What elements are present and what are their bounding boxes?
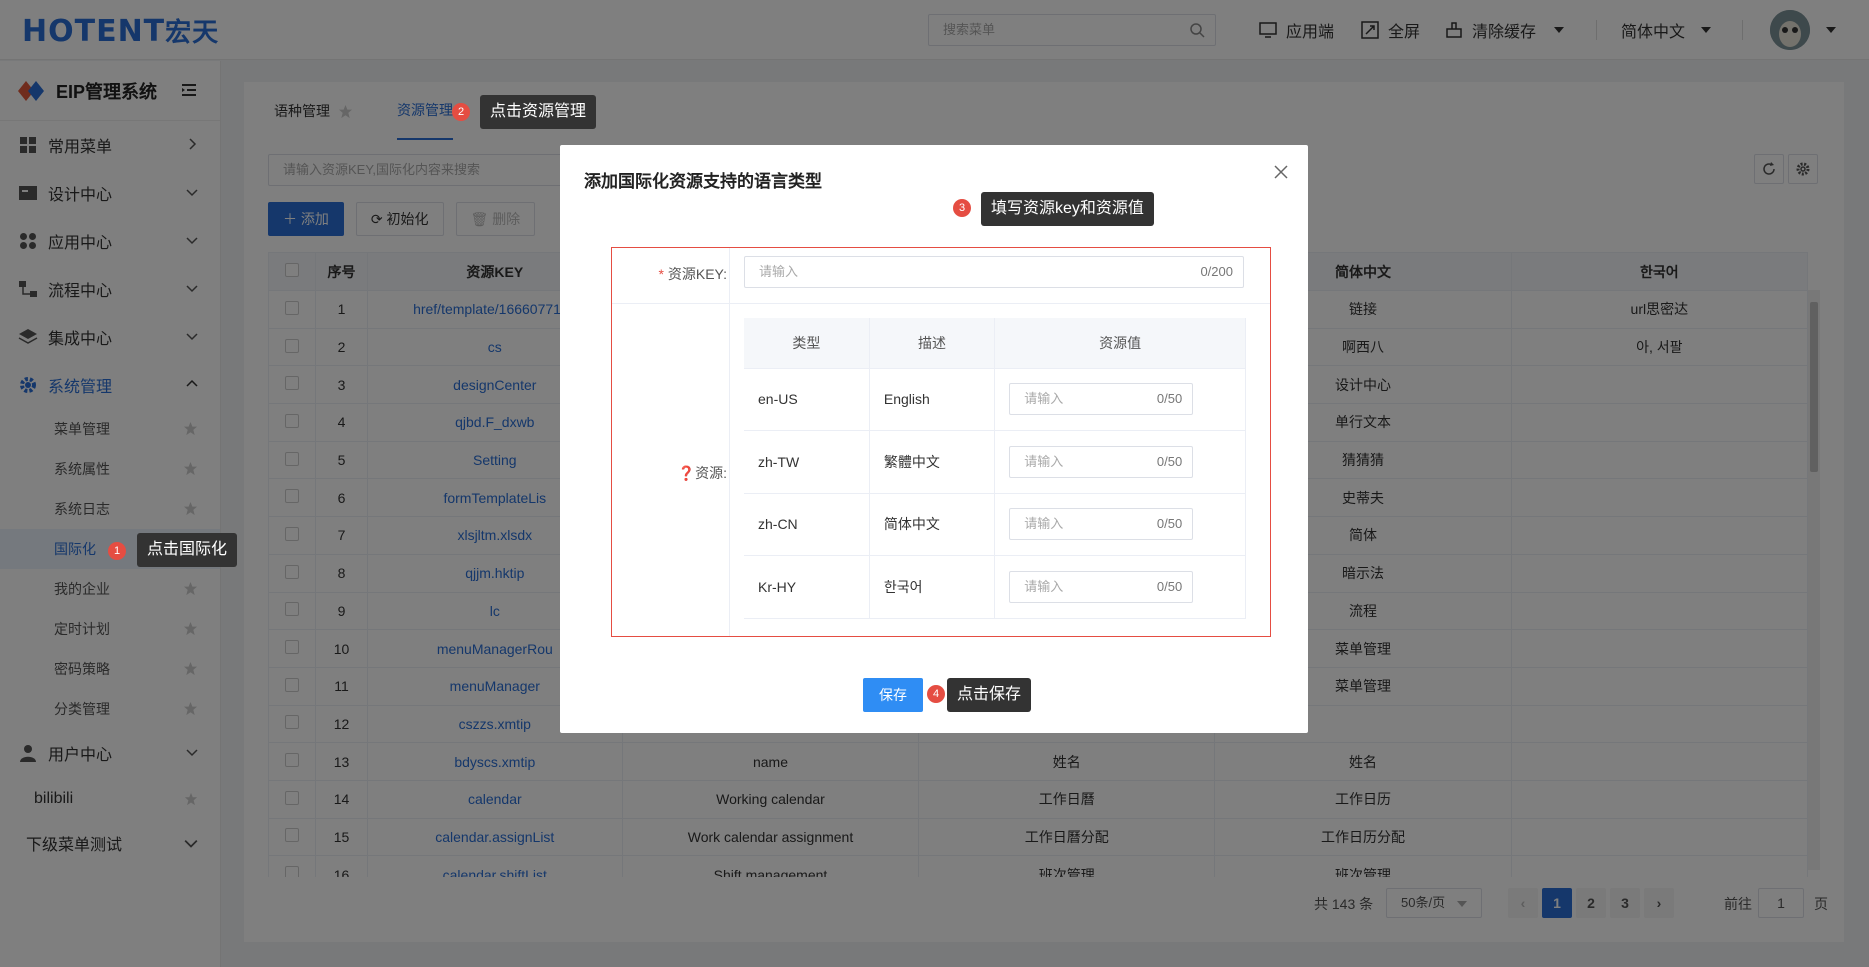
- desc-cell: 한국어: [869, 555, 996, 619]
- col-header-value: 资源值: [994, 318, 1246, 369]
- type-cell: en-US: [744, 368, 870, 431]
- step-badge: 1: [108, 542, 126, 560]
- resource-value-table: 类型 描述 资源值 en-US English 请输入 0/50 zh-TW 繁體…: [744, 318, 1246, 619]
- key-row: * 资源KEY: 请输入 0/200: [612, 248, 1270, 304]
- resource-value-input-zh-cn[interactable]: 请输入 0/50: [1009, 508, 1194, 541]
- type-cell: zh-TW: [744, 430, 870, 494]
- tip-click-i18n: 点击国际化: [137, 533, 238, 567]
- key-label: * 资源KEY:: [658, 266, 727, 282]
- desc-cell: 繁體中文: [869, 430, 996, 494]
- desc-cell: 简体中文: [869, 493, 996, 556]
- close-icon[interactable]: [1274, 165, 1288, 179]
- help-icon: ❓: [677, 465, 696, 481]
- dialog-title: 添加国际化资源支持的语言类型: [584, 172, 822, 191]
- desc-cell: English: [869, 368, 996, 431]
- add-i18n-resource-dialog: 添加国际化资源支持的语言类型 3 填写资源key和资源值 * 资源KEY: 请输…: [560, 145, 1308, 733]
- value-cell: 请输入 0/50: [994, 493, 1246, 556]
- value-cell: 请输入 0/50: [994, 368, 1246, 431]
- save-button[interactable]: 保存: [863, 678, 923, 712]
- resource-value-input-en-us[interactable]: 请输入 0/50: [1009, 383, 1194, 416]
- value-cell: 请输入 0/50: [994, 555, 1246, 619]
- resource-key-input[interactable]: 请输入 0/200: [744, 256, 1244, 288]
- resource-value-input-zh-tw[interactable]: 请输入 0/50: [1009, 445, 1194, 478]
- table-row: zh-CN 简体中文 请输入 0/50: [744, 493, 1246, 556]
- divider: [729, 248, 730, 636]
- step-badge: 4: [927, 685, 945, 703]
- step-badge: 3: [953, 199, 971, 217]
- tip-click-resource-management: 点击资源管理: [480, 95, 597, 129]
- table-row: zh-TW 繁體中文 请输入 0/50: [744, 430, 1246, 494]
- tip-fill-key-and-value: 填写资源key和资源值: [981, 192, 1154, 226]
- col-header-type: 类型: [744, 318, 870, 369]
- type-cell: zh-CN: [744, 493, 870, 556]
- table-row: en-US English 请输入 0/50: [744, 368, 1246, 431]
- resource-value-input-kr-hy[interactable]: 请输入 0/50: [1009, 570, 1194, 603]
- step-badge: 2: [452, 103, 470, 121]
- tip-click-save: 点击保存: [947, 678, 1032, 712]
- value-cell: 请输入 0/50: [994, 430, 1246, 494]
- resource-label: ❓资源:: [677, 465, 727, 481]
- table-row: Kr-HY 한국어 请输入 0/50: [744, 555, 1246, 619]
- resource-form: * 资源KEY: 请输入 0/200 ❓资源: 类型 描述 资源值 en-US E…: [611, 247, 1271, 637]
- col-header-desc: 描述: [869, 318, 996, 369]
- type-cell: Kr-HY: [744, 555, 870, 619]
